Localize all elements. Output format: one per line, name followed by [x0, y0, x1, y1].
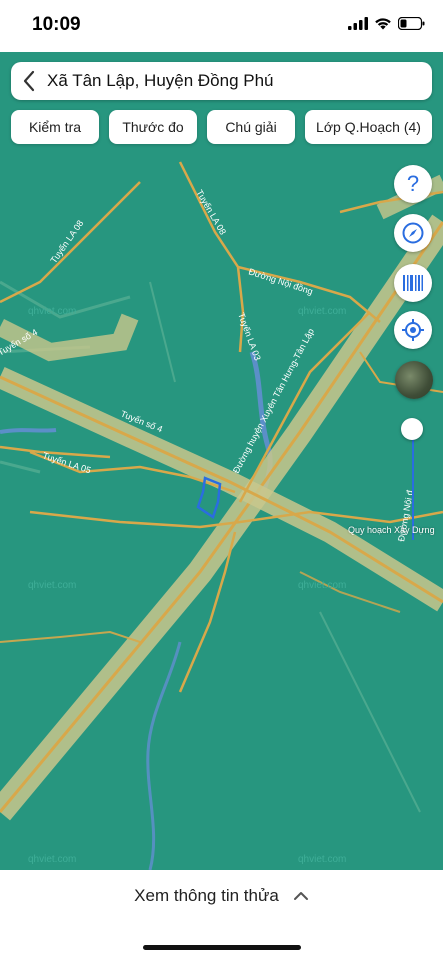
battery-icon: [398, 17, 425, 30]
compass-icon: [402, 222, 424, 244]
road-label: Đường Nội đồng: [247, 266, 314, 296]
check-button[interactable]: Kiểm tra: [11, 110, 99, 144]
minor-road: [319, 611, 421, 813]
road-label: Tuyến LA 08: [194, 188, 228, 236]
planning-layer-label: Quy hoạch Xây Dựng: [348, 525, 435, 535]
watermark: qhviet.com: [298, 854, 346, 865]
chevron-up-icon: [293, 892, 308, 900]
signal-icon: [348, 17, 368, 30]
minor-road: [0, 460, 41, 474]
watermark: qhviet.com: [28, 580, 76, 591]
location-title: Xã Tân Lập, Huyện Đồng Phú: [47, 71, 274, 90]
home-indicator: [143, 945, 301, 950]
barcode-icon: [403, 275, 423, 291]
basemap-layer-thumbnail[interactable]: [395, 361, 433, 399]
my-location-button[interactable]: [394, 311, 432, 349]
local-road: [178, 161, 245, 353]
river: [146, 641, 182, 870]
status-icons: [348, 17, 425, 30]
location-header[interactable]: Xã Tân Lập, Huyện Đồng Phú: [11, 62, 432, 100]
legend-button[interactable]: Chú giải: [207, 110, 295, 144]
map-canvas[interactable]: Tuyến LA 08 Tuyến LA 08 Đường Nội đồng T…: [0, 52, 443, 870]
parcel-info-label: Xem thông tin thửa: [134, 886, 279, 905]
river: [0, 428, 57, 434]
crosshair-icon: [402, 319, 424, 341]
minor-road: [149, 281, 176, 383]
back-button[interactable]: [11, 62, 47, 100]
chevron-left-icon: [23, 70, 35, 92]
barcode-button[interactable]: [394, 264, 432, 302]
watermark: qhviet.com: [298, 580, 346, 591]
highway-corridor: [0, 367, 443, 612]
help-button[interactable]: ?: [394, 165, 432, 203]
measure-button[interactable]: Thước đo: [109, 110, 197, 144]
compass-button[interactable]: [394, 214, 432, 252]
wifi-icon: [375, 18, 391, 30]
watermark: qhviet.com: [28, 306, 76, 317]
help-icon: ?: [406, 171, 420, 196]
opacity-slider-thumb[interactable]: [401, 418, 423, 440]
bottom-panel[interactable]: Xem thông tin thửa: [0, 870, 443, 960]
status-time: 10:09: [32, 14, 81, 35]
status-bar: 10:09: [0, 0, 443, 52]
tool-row: Kiểm tra Thước đo Chú giải Lớp Q.Hoạch (…: [11, 110, 432, 144]
planning-layers-button[interactable]: Lớp Q.Hoạch (4): [305, 110, 432, 144]
parcel-info-toggle[interactable]: Xem thông tin thửa: [0, 886, 443, 906]
watermark: qhviet.com: [28, 854, 76, 865]
watermark: qhviet.com: [298, 306, 346, 317]
map-view[interactable]: Tuyến LA 08 Tuyến LA 08 Đường Nội đồng T…: [0, 52, 443, 870]
local-road: [0, 630, 141, 643]
